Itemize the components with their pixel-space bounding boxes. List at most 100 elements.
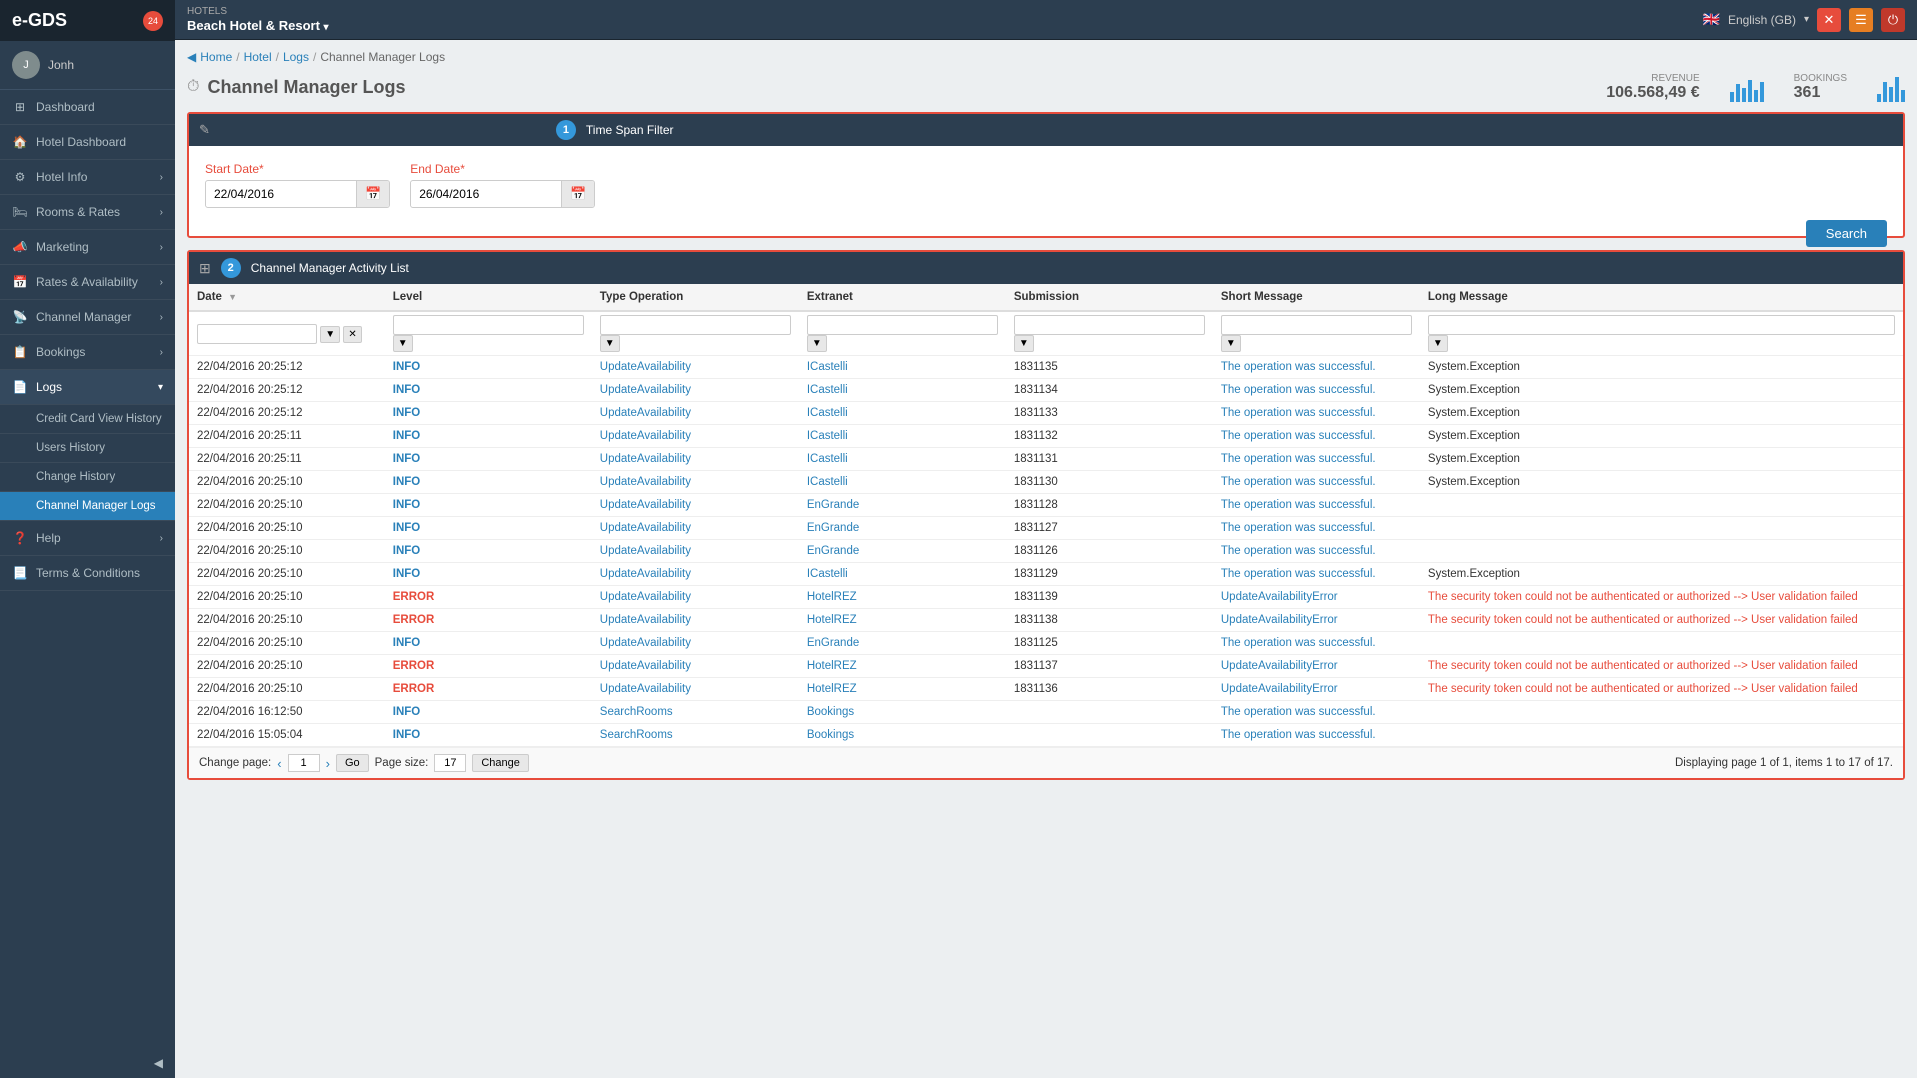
type-link[interactable]: UpdateAvailability bbox=[600, 660, 691, 672]
chevron-right-icon: › bbox=[160, 312, 163, 323]
table-row[interactable]: 22/04/2016 20:25:10 INFO UpdateAvailabil… bbox=[189, 517, 1903, 540]
start-date-input[interactable] bbox=[206, 182, 356, 206]
type-link[interactable]: UpdateAvailability bbox=[600, 430, 691, 442]
dropdown-icon[interactable]: ▾ bbox=[324, 22, 329, 33]
type-link[interactable]: UpdateAvailability bbox=[600, 476, 691, 488]
long-filter-btn[interactable]: ▼ bbox=[1428, 335, 1448, 352]
type-link[interactable]: UpdateAvailability bbox=[600, 407, 691, 419]
sort-icon[interactable]: ▼ bbox=[228, 292, 237, 302]
breadcrumb-home[interactable]: Home bbox=[200, 50, 232, 64]
type-link[interactable]: UpdateAvailability bbox=[600, 361, 691, 373]
type-link[interactable]: UpdateAvailability bbox=[600, 499, 691, 511]
search-button[interactable]: Search bbox=[1806, 220, 1887, 247]
sidebar-item-terms[interactable]: 📃 Terms & Conditions bbox=[0, 556, 175, 591]
table-row[interactable]: 22/04/2016 15:05:04 INFO SearchRooms Boo… bbox=[189, 724, 1903, 747]
table-row[interactable]: 22/04/2016 20:25:10 ERROR UpdateAvailabi… bbox=[189, 609, 1903, 632]
table-row[interactable]: 22/04/2016 20:25:12 INFO UpdateAvailabil… bbox=[189, 402, 1903, 425]
extranet-filter-input[interactable] bbox=[807, 315, 998, 335]
type-link[interactable]: UpdateAvailability bbox=[600, 384, 691, 396]
type-filter-btn[interactable]: ▼ bbox=[600, 335, 620, 352]
date-filter-input[interactable] bbox=[197, 324, 317, 344]
back-icon[interactable]: ◀ bbox=[187, 50, 196, 64]
table-row[interactable]: 22/04/2016 20:25:11 INFO UpdateAvailabil… bbox=[189, 425, 1903, 448]
logs-icon: 📄 bbox=[12, 380, 28, 394]
short-filter-btn[interactable]: ▼ bbox=[1221, 335, 1241, 352]
table-row[interactable]: 22/04/2016 20:25:10 INFO UpdateAvailabil… bbox=[189, 632, 1903, 655]
extranet-filter-btn[interactable]: ▼ bbox=[807, 335, 827, 352]
table-row[interactable]: 22/04/2016 20:25:10 ERROR UpdateAvailabi… bbox=[189, 586, 1903, 609]
sidebar-item-logs[interactable]: 📄 Logs ▾ bbox=[0, 370, 175, 405]
start-date-input-wrap: 📅 bbox=[205, 180, 390, 208]
table-row[interactable]: 22/04/2016 16:12:50 INFO SearchRooms Boo… bbox=[189, 701, 1903, 724]
table-row[interactable]: 22/04/2016 20:25:10 INFO UpdateAvailabil… bbox=[189, 494, 1903, 517]
type-link[interactable]: UpdateAvailability bbox=[600, 591, 691, 603]
next-page-button[interactable]: › bbox=[326, 756, 330, 771]
sidebar-item-rates-availability[interactable]: 📅 Rates & Availability › bbox=[0, 265, 175, 300]
revenue-chart bbox=[1730, 72, 1764, 102]
type-link[interactable]: UpdateAvailability bbox=[600, 637, 691, 649]
type-link[interactable]: UpdateAvailability bbox=[600, 683, 691, 695]
sidebar-item-channel-manager[interactable]: 📡 Channel Manager › bbox=[0, 300, 175, 335]
short-filter-input[interactable] bbox=[1221, 315, 1412, 335]
calendar-icon[interactable]: 📅 bbox=[356, 181, 389, 207]
level-badge: INFO bbox=[393, 568, 420, 580]
type-filter-input[interactable] bbox=[600, 315, 791, 335]
extranet-value: Bookings bbox=[807, 729, 854, 741]
table-row[interactable]: 22/04/2016 20:25:10 INFO UpdateAvailabil… bbox=[189, 540, 1903, 563]
col-type-operation: Type Operation bbox=[592, 284, 799, 311]
filter-submission-cell: ▼ bbox=[1006, 311, 1213, 356]
table-row[interactable]: 22/04/2016 20:25:11 INFO UpdateAvailabil… bbox=[189, 448, 1903, 471]
short-message: The operation was successful. bbox=[1221, 430, 1376, 442]
sidebar-item-rooms-rates[interactable]: 🛏 Rooms & Rates › bbox=[0, 195, 175, 230]
sidebar-item-hotel-dashboard[interactable]: 🏠 Hotel Dashboard bbox=[0, 125, 175, 160]
type-link[interactable]: UpdateAvailability bbox=[600, 614, 691, 626]
type-link[interactable]: UpdateAvailability bbox=[600, 453, 691, 465]
notification-badge[interactable]: 24 bbox=[143, 11, 163, 31]
page-number-input[interactable] bbox=[288, 754, 320, 772]
submission-filter-btn[interactable]: ▼ bbox=[1014, 335, 1034, 352]
submission-filter-input[interactable] bbox=[1014, 315, 1205, 335]
cell-level: INFO bbox=[385, 632, 592, 655]
sidebar-item-marketing[interactable]: 📣 Marketing › bbox=[0, 230, 175, 265]
table-row[interactable]: 22/04/2016 20:25:12 INFO UpdateAvailabil… bbox=[189, 379, 1903, 402]
change-page-size-button[interactable]: Change bbox=[472, 754, 529, 772]
sidebar-sub-item-channel-manager-logs[interactable]: Channel Manager Logs bbox=[0, 492, 175, 521]
prev-page-button[interactable]: ‹ bbox=[277, 756, 281, 771]
sidebar-item-hotel-info[interactable]: ⚙ Hotel Info › bbox=[0, 160, 175, 195]
short-message: UpdateAvailabilityError bbox=[1221, 660, 1338, 672]
table-row[interactable]: 22/04/2016 20:25:10 ERROR UpdateAvailabi… bbox=[189, 655, 1903, 678]
language-selector[interactable]: English (GB) bbox=[1728, 13, 1796, 27]
breadcrumb-logs[interactable]: Logs bbox=[283, 50, 309, 64]
table-row[interactable]: 22/04/2016 20:25:12 INFO UpdateAvailabil… bbox=[189, 356, 1903, 379]
page-size-input[interactable] bbox=[434, 754, 466, 772]
date-filter-btn[interactable]: ▼ bbox=[320, 326, 340, 343]
go-button[interactable]: Go bbox=[336, 754, 369, 772]
level-filter-btn[interactable]: ▼ bbox=[393, 335, 413, 352]
sidebar-item-dashboard[interactable]: ⊞ Dashboard bbox=[0, 90, 175, 125]
collapse-sidebar-button[interactable]: ◀ bbox=[0, 1048, 175, 1078]
sidebar-sub-item-users-history[interactable]: Users History bbox=[0, 434, 175, 463]
sidebar-item-help[interactable]: ❓ Help › bbox=[0, 521, 175, 556]
table-row[interactable]: 22/04/2016 20:25:10 INFO UpdateAvailabil… bbox=[189, 563, 1903, 586]
type-link[interactable]: UpdateAvailability bbox=[600, 522, 691, 534]
long-filter-input[interactable] bbox=[1428, 315, 1895, 335]
level-filter-input[interactable] bbox=[393, 315, 584, 335]
type-link[interactable]: SearchRooms bbox=[600, 706, 673, 718]
sidebar-sub-item-credit-card[interactable]: Credit Card View History bbox=[0, 405, 175, 434]
table-row[interactable]: 22/04/2016 20:25:10 INFO UpdateAvailabil… bbox=[189, 471, 1903, 494]
end-date-input[interactable] bbox=[411, 182, 561, 206]
topbar-btn-power[interactable]: ⏻ bbox=[1881, 8, 1905, 32]
topbar-btn-x[interactable]: ✕ bbox=[1817, 8, 1841, 32]
short-message: The operation was successful. bbox=[1221, 407, 1376, 419]
table-row[interactable]: 22/04/2016 20:25:10 ERROR UpdateAvailabi… bbox=[189, 678, 1903, 701]
topbar-btn-menu[interactable]: ☰ bbox=[1849, 8, 1873, 32]
type-link[interactable]: UpdateAvailability bbox=[600, 545, 691, 557]
cell-long-msg: System.Exception bbox=[1420, 402, 1903, 425]
calendar-icon[interactable]: 📅 bbox=[561, 181, 594, 207]
breadcrumb-hotel[interactable]: Hotel bbox=[244, 50, 272, 64]
type-link[interactable]: SearchRooms bbox=[600, 729, 673, 741]
date-filter-clear[interactable]: ✕ bbox=[343, 326, 361, 343]
sidebar-sub-item-change-history[interactable]: Change History bbox=[0, 463, 175, 492]
sidebar-item-bookings[interactable]: 📋 Bookings › bbox=[0, 335, 175, 370]
type-link[interactable]: UpdateAvailability bbox=[600, 568, 691, 580]
